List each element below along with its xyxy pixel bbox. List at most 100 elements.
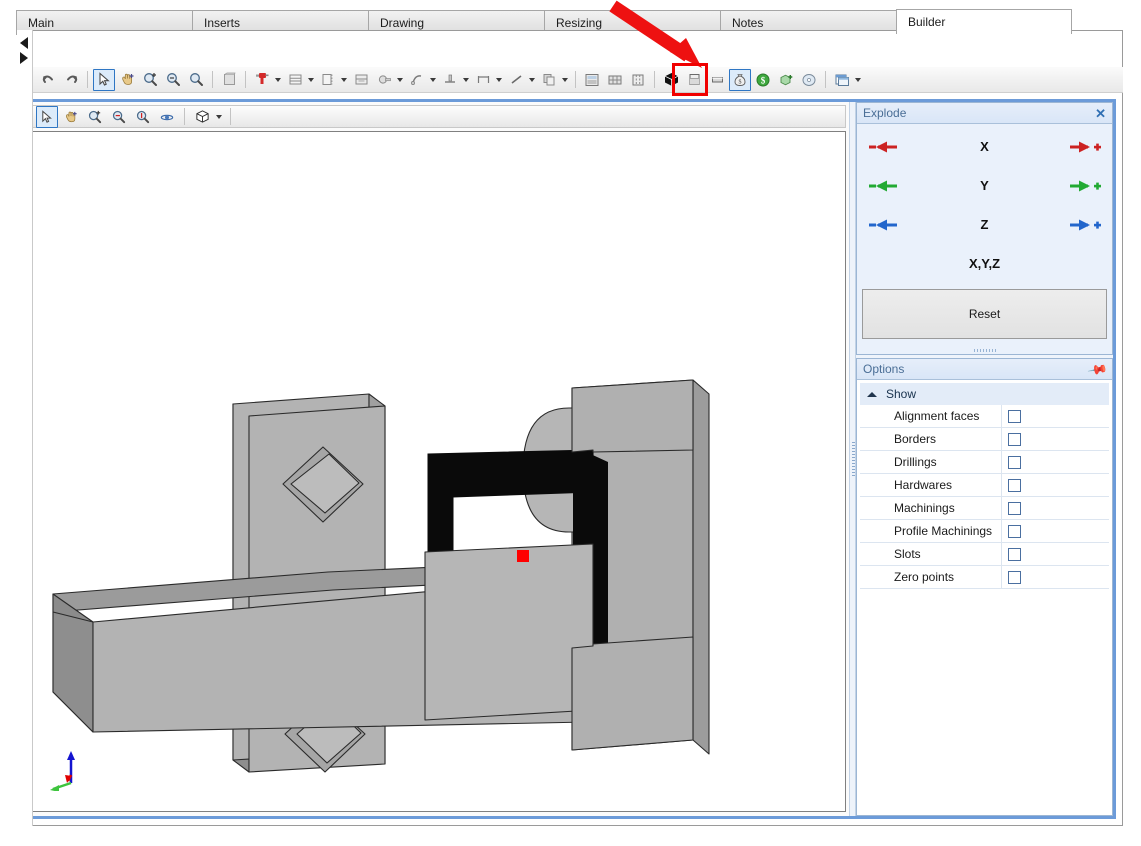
tab-label: Drawing <box>380 15 425 30</box>
explode-panel-title: Explode <box>863 106 907 120</box>
explode-z-minus-button[interactable] <box>860 205 908 244</box>
option-row-drillings[interactable]: Drillings <box>860 451 1109 474</box>
explode-y-plus-button[interactable] <box>1061 166 1109 205</box>
checkbox-drillings[interactable] <box>1008 455 1021 469</box>
zoom-in-icon[interactable] <box>84 106 106 128</box>
zoom-in-icon[interactable] <box>139 69 161 91</box>
options-group-show[interactable]: Show <box>860 383 1109 405</box>
undo-icon[interactable] <box>37 69 59 91</box>
explode-panel-body: X Y Z X,Y,Z Reset <box>857 124 1112 346</box>
copy-icon[interactable] <box>538 69 560 91</box>
separator <box>575 71 576 88</box>
tab-label: Builder <box>908 15 946 29</box>
zoom-window-icon[interactable] <box>185 69 207 91</box>
reset-button[interactable]: Reset <box>862 289 1107 339</box>
option-row-zero-points[interactable]: Zero points <box>860 566 1109 589</box>
explode-panel: Explode ✕ X Y Z X,Y,Z Reset <box>856 102 1113 355</box>
dock-splitter[interactable] <box>849 102 856 816</box>
material-icon[interactable] <box>581 69 603 91</box>
groove-icon[interactable] <box>439 69 461 91</box>
explode-y-minus-button[interactable] <box>860 166 908 205</box>
shelf-icon[interactable] <box>284 69 306 91</box>
explode-panel-resize-grip[interactable] <box>857 346 1112 354</box>
option-row-hardwares[interactable]: Hardwares <box>860 474 1109 497</box>
pan-hand-icon[interactable] <box>60 106 82 128</box>
zoom-extents-icon[interactable] <box>132 106 154 128</box>
checkbox-borders[interactable] <box>1008 432 1021 446</box>
drill-icon[interactable] <box>251 69 273 91</box>
pan-hand-icon[interactable] <box>116 69 138 91</box>
chevron-up-icon <box>866 388 878 400</box>
dimension-icon[interactable] <box>472 69 494 91</box>
drawer-icon[interactable] <box>350 69 372 91</box>
separator <box>184 108 185 125</box>
orbit-icon[interactable] <box>156 106 178 128</box>
options-panel: Options 📌 Show Alignment faces Borders D… <box>856 358 1113 816</box>
dollar-icon[interactable]: $ <box>752 69 774 91</box>
edge-icon[interactable] <box>505 69 527 91</box>
triangle-left-icon[interactable] <box>20 37 28 49</box>
option-row-alignment-faces[interactable]: Alignment faces <box>860 405 1109 428</box>
checkbox-slots[interactable] <box>1008 547 1021 561</box>
explode-xyz-minus-button[interactable] <box>860 244 908 283</box>
panel-icon[interactable] <box>218 69 240 91</box>
option-row-borders[interactable]: Borders <box>860 428 1109 451</box>
machining-icon[interactable] <box>406 69 428 91</box>
explode-x-plus-button[interactable] <box>1061 127 1109 166</box>
explode-x-minus-button[interactable] <box>860 127 908 166</box>
option-row-machinings[interactable]: Machinings <box>860 497 1109 520</box>
chevron-down-icon[interactable] <box>308 77 314 82</box>
close-icon[interactable]: ✕ <box>1095 107 1106 120</box>
checkbox-alignment-faces[interactable] <box>1008 409 1021 423</box>
checkbox-hardwares[interactable] <box>1008 478 1021 492</box>
grid-icon[interactable] <box>604 69 626 91</box>
reset-button-label: Reset <box>968 307 1001 321</box>
explode-row-xyz: X,Y,Z <box>860 244 1109 283</box>
select-arrow-icon[interactable] <box>93 68 115 91</box>
explode-xyz-plus-button[interactable] <box>1061 244 1109 283</box>
chevron-down-icon[interactable] <box>275 77 281 82</box>
chevron-down-icon[interactable] <box>341 77 347 82</box>
redo-icon[interactable] <box>60 69 82 91</box>
checkbox-zero-points[interactable] <box>1008 570 1021 584</box>
chevron-down-icon[interactable] <box>216 114 222 119</box>
option-row-profile-machinings[interactable]: Profile Machinings <box>860 520 1109 543</box>
chevron-down-icon[interactable] <box>529 77 535 82</box>
chevron-down-icon[interactable] <box>562 77 568 82</box>
money-bag-icon[interactable]: $ <box>729 68 751 91</box>
panel2-icon[interactable] <box>706 69 728 91</box>
chevron-down-icon[interactable] <box>496 77 502 82</box>
window-icon[interactable] <box>831 69 853 91</box>
content-area: .face { stroke:#2a2a2a; stroke-width:1.1… <box>26 99 1116 819</box>
select-arrow-icon[interactable] <box>36 105 58 128</box>
option-row-slots[interactable]: Slots <box>860 543 1109 566</box>
tab-label: Inserts <box>204 15 241 30</box>
add-box-icon[interactable] <box>775 69 797 91</box>
pin-icon[interactable]: 📌 <box>1087 358 1109 380</box>
chevron-down-icon[interactable] <box>463 77 469 82</box>
option-value <box>1002 520 1109 542</box>
zoom-out-icon[interactable] <box>108 106 130 128</box>
tab-label: Notes <box>732 15 764 30</box>
triangle-right-icon[interactable] <box>20 52 28 64</box>
tab-label: Main <box>28 15 55 30</box>
tab-builder[interactable]: Builder <box>896 9 1072 34</box>
checkbox-machinings[interactable] <box>1008 501 1021 515</box>
view-cube-icon[interactable] <box>191 106 213 128</box>
disc-icon[interactable] <box>798 69 820 91</box>
zoom-out-icon[interactable] <box>162 69 184 91</box>
explode-z-plus-button[interactable] <box>1061 205 1109 244</box>
hardware-icon[interactable] <box>373 69 395 91</box>
chevron-down-icon[interactable] <box>855 77 861 82</box>
model-3d-geometry: .face { stroke:#2a2a2a; stroke-width:1.1… <box>52 379 710 773</box>
chevron-down-icon[interactable] <box>430 77 436 82</box>
columns-icon[interactable] <box>627 69 649 91</box>
option-label: Slots <box>886 543 1002 565</box>
model-3d-canvas[interactable]: .face { stroke:#2a2a2a; stroke-width:1.1… <box>32 131 846 812</box>
checkbox-profile-machinings[interactable] <box>1008 524 1021 538</box>
explode-axis-label: X,Y,Z <box>968 256 1001 271</box>
option-value <box>1002 497 1109 519</box>
option-label: Machinings <box>886 497 1002 519</box>
chevron-down-icon[interactable] <box>397 77 403 82</box>
door-icon[interactable] <box>317 69 339 91</box>
